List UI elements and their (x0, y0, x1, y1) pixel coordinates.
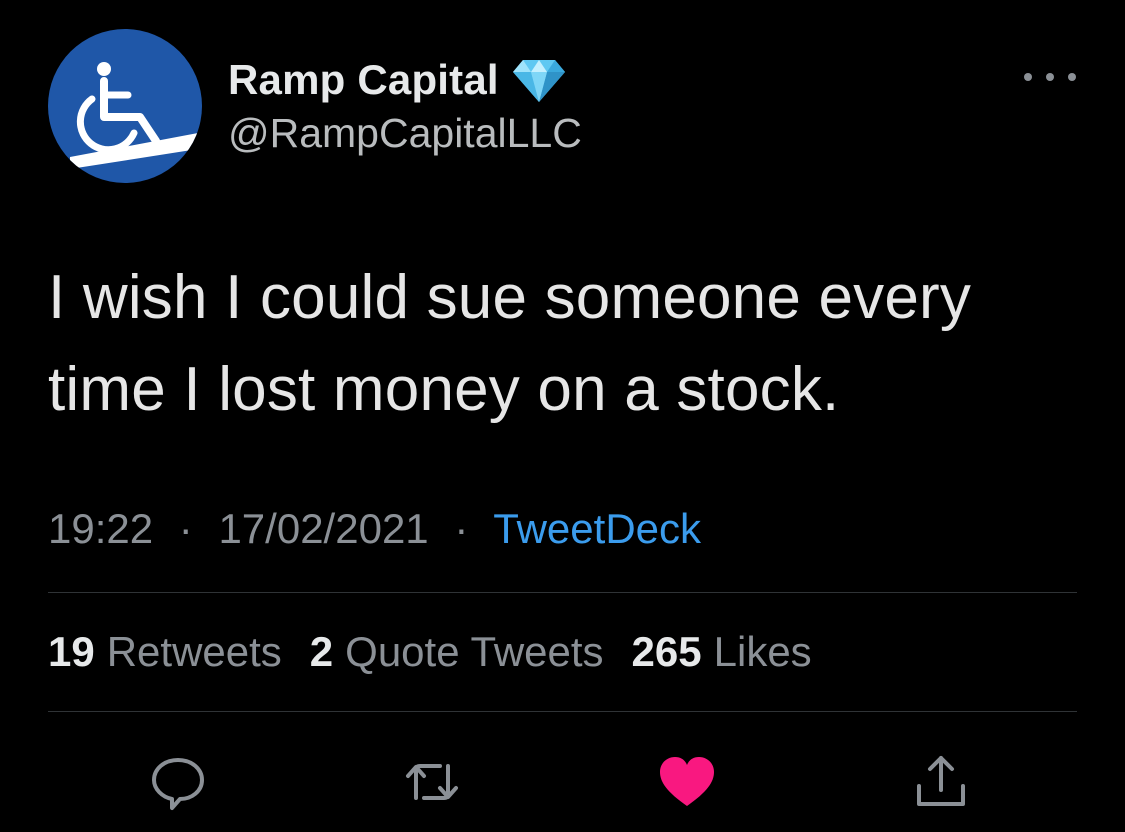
handle[interactable]: @RampCapitalLLC (228, 110, 582, 157)
tweet: Ramp Capital @RampCapitalLLC I wish I co… (0, 0, 1125, 832)
retweets-label: Retweets (106, 628, 282, 675)
meta-separator: · (178, 505, 193, 552)
tweet-date[interactable]: 17/02/2021 (218, 505, 428, 552)
quote-tweets-label: Quote Tweets (345, 628, 604, 675)
tweet-source-link[interactable]: TweetDeck (493, 505, 701, 552)
tweet-time[interactable]: 19:22 (48, 505, 153, 552)
heart-icon (660, 757, 714, 806)
tweet-text: I wish I could sue someone every time I … (48, 252, 1088, 436)
more-dot-icon (1068, 73, 1076, 81)
tweet-meta: 19:22 · 17/02/2021 · TweetDeck (48, 505, 701, 553)
quote-tweets-count: 2 (309, 628, 334, 675)
tweet-stats: 19 Retweets 2 Quote Tweets 265 Likes (48, 628, 840, 676)
share-icon (917, 756, 965, 806)
retweet-icon (406, 764, 458, 800)
display-name[interactable]: Ramp Capital (228, 56, 499, 104)
author-row: Ramp Capital (228, 54, 567, 106)
quote-tweets-stat[interactable]: 2 Quote Tweets (310, 628, 604, 676)
wheelchair-ramp-icon (70, 62, 198, 169)
meta-separator: · (454, 505, 469, 552)
avatar[interactable] (48, 29, 202, 183)
divider (48, 592, 1077, 593)
reply-button[interactable] (148, 752, 208, 812)
like-button[interactable] (657, 752, 717, 812)
more-dot-icon (1024, 73, 1032, 81)
share-button[interactable] (911, 752, 971, 812)
retweets-stat[interactable]: 19 Retweets (48, 628, 282, 676)
likes-stat[interactable]: 265 Likes (632, 628, 812, 676)
likes-label: Likes (713, 628, 812, 675)
divider (48, 711, 1077, 712)
tweet-text-line-1: I wish I could sue someone every (48, 263, 972, 332)
likes-count: 265 (631, 628, 702, 675)
more-options-button[interactable] (1024, 62, 1076, 92)
retweets-count: 19 (48, 628, 95, 675)
retweet-button[interactable] (402, 752, 462, 812)
more-dot-icon (1046, 73, 1054, 81)
diamond-icon (511, 56, 567, 104)
reply-icon (152, 758, 204, 810)
tweet-text-line-2: time I lost money on a stock. (48, 355, 840, 424)
